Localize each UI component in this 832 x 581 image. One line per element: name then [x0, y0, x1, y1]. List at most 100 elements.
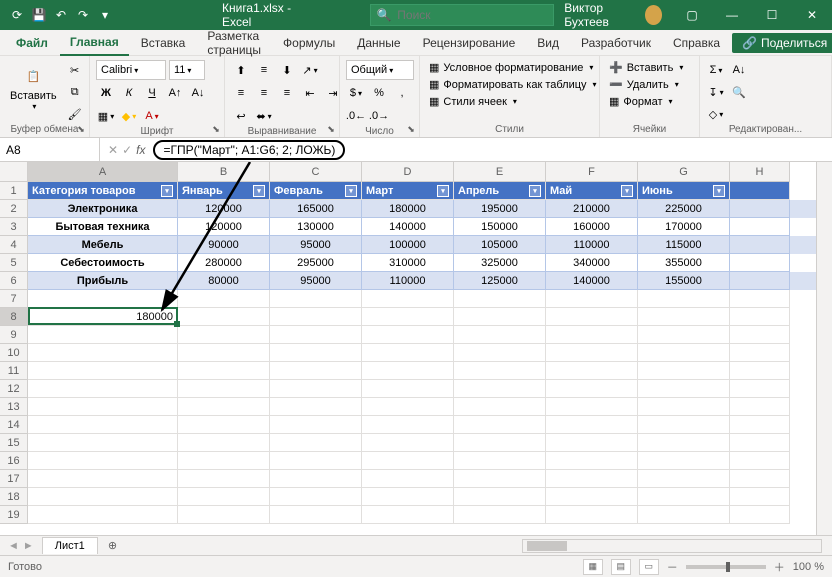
- align-center-icon[interactable]: ≡: [254, 83, 274, 103]
- cell[interactable]: [454, 506, 546, 524]
- cell[interactable]: [178, 308, 270, 326]
- cell[interactable]: [730, 254, 790, 272]
- cell[interactable]: [362, 416, 454, 434]
- vertical-scrollbar[interactable]: [816, 162, 832, 535]
- select-all-corner[interactable]: [0, 162, 28, 182]
- ribbon-options-icon[interactable]: ▢: [672, 0, 712, 30]
- share-button[interactable]: 🔗 Поделиться: [732, 33, 832, 53]
- cell[interactable]: 90000: [178, 236, 270, 254]
- cell[interactable]: 120000: [178, 218, 270, 236]
- cell[interactable]: Бытовая техника: [28, 218, 178, 236]
- row-header-9[interactable]: 9: [0, 326, 28, 344]
- search-box[interactable]: 🔍: [370, 4, 554, 26]
- cell[interactable]: [178, 326, 270, 344]
- cell[interactable]: [270, 416, 362, 434]
- cell[interactable]: [178, 380, 270, 398]
- cell[interactable]: [28, 470, 178, 488]
- sheet-prev-icon[interactable]: ◄: [8, 540, 19, 552]
- page-layout-view-icon[interactable]: ▤: [611, 559, 631, 575]
- cell[interactable]: 120000: [178, 200, 270, 218]
- cell[interactable]: Прибыль: [28, 272, 178, 290]
- cell[interactable]: [546, 434, 638, 452]
- format-painter-icon[interactable]: 🖌: [65, 104, 85, 124]
- cell[interactable]: [730, 272, 790, 290]
- cell[interactable]: 155000: [638, 272, 730, 290]
- cell[interactable]: 165000: [270, 200, 362, 218]
- cell[interactable]: [454, 452, 546, 470]
- cell[interactable]: [362, 290, 454, 308]
- cell[interactable]: [178, 416, 270, 434]
- fill-color-icon[interactable]: ◆▾: [119, 106, 139, 126]
- align-left-icon[interactable]: ≡: [231, 83, 251, 103]
- cell[interactable]: [546, 506, 638, 524]
- qat-dropdown-icon[interactable]: ▾: [98, 8, 112, 22]
- cell[interactable]: [546, 416, 638, 434]
- sort-filter-icon[interactable]: A↓: [729, 60, 749, 80]
- filter-button[interactable]: ▾: [621, 185, 633, 197]
- cell[interactable]: 130000: [270, 218, 362, 236]
- row-header-17[interactable]: 17: [0, 470, 28, 488]
- redo-icon[interactable]: ↷: [76, 8, 90, 22]
- cell[interactable]: [28, 488, 178, 506]
- cell[interactable]: Себестоимость: [28, 254, 178, 272]
- font-grow-icon[interactable]: A↑: [165, 83, 185, 103]
- zoom-out-button[interactable]: －: [667, 559, 678, 575]
- cell[interactable]: [730, 182, 790, 200]
- cell[interactable]: [546, 488, 638, 506]
- conditional-format-button[interactable]: ▦Условное форматирование▾: [426, 60, 596, 75]
- bold-button[interactable]: Ж: [96, 83, 116, 103]
- cell[interactable]: 140000: [362, 218, 454, 236]
- cell[interactable]: 310000: [362, 254, 454, 272]
- align-top-icon[interactable]: ⬆: [231, 60, 251, 80]
- orientation-icon[interactable]: ↗▾: [300, 60, 320, 80]
- row-header-16[interactable]: 16: [0, 452, 28, 470]
- col-header-e[interactable]: E: [454, 162, 546, 182]
- filter-button[interactable]: ▾: [529, 185, 541, 197]
- cell[interactable]: [270, 308, 362, 326]
- cell[interactable]: 110000: [546, 236, 638, 254]
- font-shrink-icon[interactable]: A↓: [188, 83, 208, 103]
- cell[interactable]: 180000: [362, 200, 454, 218]
- cell[interactable]: [546, 326, 638, 344]
- row-header-18[interactable]: 18: [0, 488, 28, 506]
- cell[interactable]: [730, 362, 790, 380]
- cell[interactable]: [270, 452, 362, 470]
- page-break-view-icon[interactable]: ▭: [639, 559, 659, 575]
- close-button[interactable]: ✕: [792, 0, 832, 30]
- align-launcher[interactable]: ⬊: [325, 123, 337, 135]
- cell[interactable]: 195000: [454, 200, 546, 218]
- cell[interactable]: 80000: [178, 272, 270, 290]
- comma-icon[interactable]: ,: [392, 83, 412, 103]
- col-header-g[interactable]: G: [638, 162, 730, 182]
- cell[interactable]: [730, 506, 790, 524]
- cell[interactable]: [270, 398, 362, 416]
- number-launcher[interactable]: ⬊: [405, 123, 417, 135]
- cell[interactable]: 170000: [638, 218, 730, 236]
- format-as-table-button[interactable]: ▦Форматировать как таблицу▾: [426, 77, 600, 92]
- font-name-combo[interactable]: Calibri▾: [96, 60, 166, 80]
- normal-view-icon[interactable]: ▦: [583, 559, 603, 575]
- autosave-icon[interactable]: ⟳: [10, 8, 24, 22]
- italic-button[interactable]: К: [119, 83, 139, 103]
- tab-view[interactable]: Вид: [527, 31, 569, 55]
- cell[interactable]: [28, 452, 178, 470]
- cell[interactable]: [362, 434, 454, 452]
- paste-button[interactable]: 📋 Вставить ▾: [6, 60, 61, 113]
- cell[interactable]: [454, 290, 546, 308]
- row-header-4[interactable]: 4: [0, 236, 28, 254]
- row-header-1[interactable]: 1: [0, 182, 28, 200]
- cell[interactable]: [362, 362, 454, 380]
- cell[interactable]: [28, 398, 178, 416]
- cell[interactable]: 210000: [546, 200, 638, 218]
- filter-button[interactable]: ▾: [161, 185, 173, 197]
- cell[interactable]: [730, 326, 790, 344]
- row-header-13[interactable]: 13: [0, 398, 28, 416]
- cell[interactable]: Июнь▾: [638, 182, 730, 200]
- cell[interactable]: 160000: [546, 218, 638, 236]
- row-header-6[interactable]: 6: [0, 272, 28, 290]
- search-input[interactable]: [397, 8, 547, 22]
- save-icon[interactable]: 💾: [32, 8, 46, 22]
- cell[interactable]: [178, 344, 270, 362]
- cell[interactable]: Январь▾: [178, 182, 270, 200]
- cell[interactable]: [270, 506, 362, 524]
